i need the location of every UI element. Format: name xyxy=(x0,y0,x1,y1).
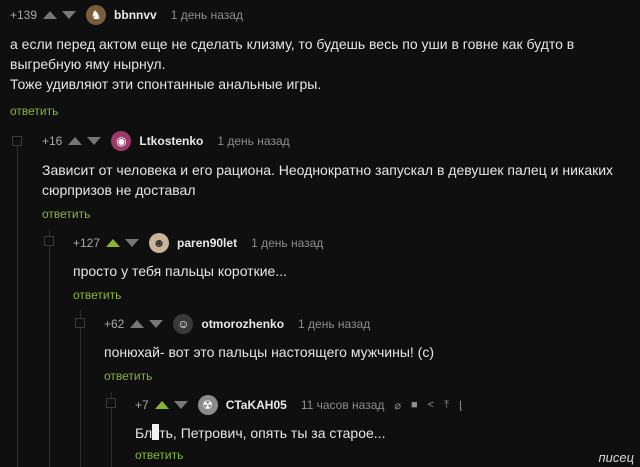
comment-line: выгребную яму нырнул. xyxy=(10,56,166,72)
username[interactable]: CTaKAH05 xyxy=(226,398,287,412)
downvote-icon[interactable] xyxy=(62,11,77,19)
avatar[interactable]: ♞ xyxy=(86,5,107,25)
comment-header: +139 ♞ bbnnvv 1 день назад xyxy=(10,4,253,26)
username[interactable]: otmorozhenko xyxy=(201,317,284,331)
upvote-icon[interactable] xyxy=(68,137,83,145)
username[interactable]: Ltkostenko xyxy=(139,134,203,148)
avatar[interactable]: ☢ xyxy=(197,395,218,415)
comment-line: а если перед актом еще не сделать клизму… xyxy=(10,36,575,52)
comment-header: +7 ☢ CTaKAH05 11 часов назад ⌀ ■ < ⤒ ⌊ xyxy=(135,394,463,416)
save-icon[interactable]: ■ xyxy=(411,399,418,411)
comment-rating: +139 xyxy=(10,8,38,22)
comment-actions: ⌀ ■ < ⤒ ⌊ xyxy=(394,399,463,412)
collapse-toggle-1[interactable] xyxy=(12,136,22,146)
comment-text: а если перед актом еще не сделать клизму… xyxy=(10,34,574,94)
avatar[interactable]: ☺ xyxy=(173,314,194,334)
comment-line: Тоже удивляют эти спонтанные анальные иг… xyxy=(10,76,322,92)
thread-line-2 xyxy=(49,230,50,467)
upvote-icon[interactable] xyxy=(130,320,145,328)
downvote-icon[interactable] xyxy=(149,320,164,328)
comment-time[interactable]: 1 день назад xyxy=(217,134,289,148)
upvote-icon[interactable] xyxy=(43,11,58,19)
username[interactable]: bbnnvv xyxy=(114,8,157,22)
comment-rating: +62 xyxy=(104,317,125,331)
comment-line: понюхай- вот это пальцы настоящего мужчи… xyxy=(104,344,434,360)
comment-line: сюрпризов не доставал xyxy=(42,182,196,198)
collapse-toggle-2[interactable] xyxy=(44,236,54,246)
comment-line: просто у тебя пальцы короткие... xyxy=(73,263,287,279)
thread-line-3 xyxy=(80,310,81,467)
comment-text: понюхай- вот это пальцы настоящего мужчи… xyxy=(104,342,434,362)
collapse-toggle-3[interactable] xyxy=(75,318,85,328)
downvote-icon[interactable] xyxy=(125,239,140,247)
share-icon[interactable]: < xyxy=(428,399,434,411)
comment-rating: +7 xyxy=(135,398,149,412)
downvote-icon[interactable] xyxy=(173,401,188,409)
username[interactable]: paren90let xyxy=(177,236,237,250)
comment-time[interactable]: 1 день назад xyxy=(298,317,370,331)
comment-text: просто у тебя пальцы короткие... xyxy=(73,261,287,281)
comment-header: +127 ☻ paren90let 1 день назад xyxy=(73,232,333,254)
comment-text-start: Бл xyxy=(135,425,153,441)
branch-icon[interactable]: ⌊ xyxy=(459,399,463,412)
comment-time[interactable]: 1 день назад xyxy=(251,236,323,250)
reply-link[interactable]: ответить xyxy=(10,104,58,118)
comment-text: Бл ть, Петрович, опять ты за старое... xyxy=(135,423,385,443)
comment-rating: +127 xyxy=(73,236,101,250)
comment-text-end: ть, Петрович, опять ты за старое... xyxy=(159,425,386,441)
avatar[interactable]: ◉ xyxy=(111,131,132,151)
thread-line-1 xyxy=(17,142,18,467)
comment-time[interactable]: 11 часов назад xyxy=(301,398,385,412)
avatar[interactable]: ☻ xyxy=(149,233,170,253)
reply-link[interactable]: ответить xyxy=(73,288,121,302)
upvote-icon[interactable] xyxy=(154,401,169,409)
collapse-toggle-4[interactable] xyxy=(106,398,116,408)
reply-link[interactable]: ответить xyxy=(104,369,152,383)
comment-rating: +16 xyxy=(42,134,63,148)
comment-time[interactable]: 1 день назад xyxy=(171,8,243,22)
comment-header: +62 ☺ otmorozhenko 1 день назад xyxy=(104,313,380,335)
parent-icon[interactable]: ⤒ xyxy=(444,399,449,412)
comment-text: Зависит от человека и его рациона. Неодн… xyxy=(42,160,613,200)
upvote-icon[interactable] xyxy=(106,239,121,247)
link-icon[interactable]: ⌀ xyxy=(394,399,401,412)
comment-line: Зависит от человека и его рациона. Неодн… xyxy=(42,162,614,178)
downvote-icon[interactable] xyxy=(87,137,102,145)
reply-link[interactable]: ответить xyxy=(42,207,90,221)
watermark: писец xyxy=(598,450,634,465)
comment-header: +16 ◉ Ltkostenko 1 день назад xyxy=(42,130,300,152)
reply-link[interactable]: ответить xyxy=(135,448,183,462)
